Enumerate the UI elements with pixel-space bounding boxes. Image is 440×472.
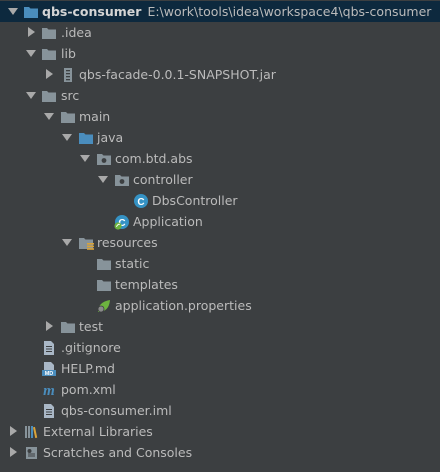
- tree-node-label: templates: [115, 277, 178, 292]
- tree-node-pom[interactable]: pom.xml: [0, 379, 440, 400]
- tree-node-jar[interactable]: qbs-facade-0.0.1-SNAPSHOT.jar: [0, 64, 440, 85]
- tree-node-resources[interactable]: resources: [0, 232, 440, 253]
- tree-node-idea[interactable]: .idea: [0, 22, 440, 43]
- tree-node-package[interactable]: com.btd.abs: [0, 148, 440, 169]
- module-file-icon: [41, 403, 57, 419]
- tree-node-static[interactable]: static: [0, 253, 440, 274]
- markdown-file-icon: [41, 361, 57, 377]
- tree-node-application[interactable]: Application: [0, 211, 440, 232]
- tree-node-label: resources: [97, 235, 158, 250]
- tree-node-src[interactable]: src: [0, 85, 440, 106]
- libraries-icon: [23, 424, 39, 440]
- tree-node-label: pom.xml: [61, 382, 116, 397]
- folder-icon: [96, 277, 112, 293]
- tree-node-label: src: [61, 88, 80, 103]
- chevron-down-icon[interactable]: [8, 6, 18, 16]
- tree-node-test[interactable]: test: [0, 316, 440, 337]
- folder-icon: [41, 25, 57, 41]
- jar-icon: [60, 67, 76, 83]
- folder-icon: [96, 256, 112, 272]
- tree-node-label: Scratches and Consoles: [43, 445, 193, 460]
- tree-node-label: qbs-consumer E:\work\tools\idea\workspace…: [42, 1, 431, 22]
- tree-node-label: Application: [133, 214, 203, 229]
- tree-node-dbs-controller[interactable]: DbsController: [0, 190, 440, 211]
- chevron-down-icon[interactable]: [44, 111, 54, 121]
- tree-node-label: static: [115, 256, 150, 271]
- folder-icon: [41, 88, 57, 104]
- folder-icon: [41, 46, 57, 62]
- tree-node-qbs-consumer[interactable]: qbs-consumer E:\work\tools\idea\workspace…: [0, 1, 440, 22]
- source-folder-icon: [78, 130, 94, 146]
- tree-node-label: controller: [133, 172, 193, 187]
- tree-node-label: lib: [61, 46, 76, 61]
- tree-node-label: .gitignore: [61, 340, 121, 355]
- tree-node-label: qbs-facade-0.0.1-SNAPSHOT.jar: [79, 67, 276, 82]
- chevron-right-icon[interactable]: [44, 69, 54, 79]
- tree-node-label: HELP.md: [61, 361, 115, 376]
- chevron-down-icon[interactable]: [98, 174, 108, 184]
- tree-node-label: qbs-consumer.iml: [61, 403, 172, 418]
- chevron-right-icon[interactable]: [8, 447, 18, 457]
- chevron-right-icon[interactable]: [8, 426, 18, 436]
- module-name: qbs-consumer: [42, 4, 142, 19]
- tree-node-help-md[interactable]: HELP.md: [0, 358, 440, 379]
- tree-node-java[interactable]: java: [0, 127, 440, 148]
- spring-properties-icon: [96, 298, 112, 314]
- tree-node-templates[interactable]: templates: [0, 274, 440, 295]
- chevron-down-icon[interactable]: [62, 132, 72, 142]
- spring-boot-class-icon: [114, 214, 130, 230]
- chevron-down-icon[interactable]: [26, 48, 36, 58]
- tree-node-scratches[interactable]: Scratches and Consoles: [0, 442, 440, 463]
- maven-icon: [41, 382, 57, 398]
- tree-node-label: main: [79, 109, 111, 124]
- resources-folder-icon: [78, 235, 94, 251]
- folder-icon: [60, 319, 76, 335]
- tree-node-label: application.properties: [115, 298, 252, 313]
- folder-icon: [60, 109, 76, 125]
- scratches-icon: [23, 445, 39, 461]
- tree-node-gitignore[interactable]: .gitignore: [0, 337, 440, 358]
- chevron-right-icon[interactable]: [44, 321, 54, 331]
- chevron-down-icon[interactable]: [62, 237, 72, 247]
- chevron-right-icon[interactable]: [26, 27, 36, 37]
- tree-node-label: External Libraries: [43, 424, 153, 439]
- tree-node-label: com.btd.abs: [115, 151, 193, 166]
- tree-node-label: java: [97, 130, 124, 145]
- class-icon: [133, 193, 149, 209]
- module-path: E:\work\tools\idea\workspace4\qbs-consum…: [147, 4, 432, 19]
- tree-node-iml[interactable]: qbs-consumer.iml: [0, 400, 440, 421]
- tree-node-label: .idea: [61, 25, 92, 40]
- text-file-icon: [41, 340, 57, 356]
- chevron-down-icon[interactable]: [80, 153, 90, 163]
- tree-node-label: test: [79, 319, 104, 334]
- project-tree: qbs-consumer E:\work\tools\idea\workspace…: [0, 0, 440, 472]
- package-icon: [96, 151, 112, 167]
- tree-node-lib[interactable]: lib: [0, 43, 440, 64]
- module-folder-icon: [23, 4, 39, 20]
- tree-node-label: DbsController: [152, 193, 238, 208]
- package-icon: [114, 172, 130, 188]
- tree-node-application-properties[interactable]: application.properties: [0, 295, 440, 316]
- tree-node-controller[interactable]: controller: [0, 169, 440, 190]
- tree-node-external-libraries[interactable]: External Libraries: [0, 421, 440, 442]
- tree-node-main[interactable]: main: [0, 106, 440, 127]
- chevron-down-icon[interactable]: [26, 90, 36, 100]
